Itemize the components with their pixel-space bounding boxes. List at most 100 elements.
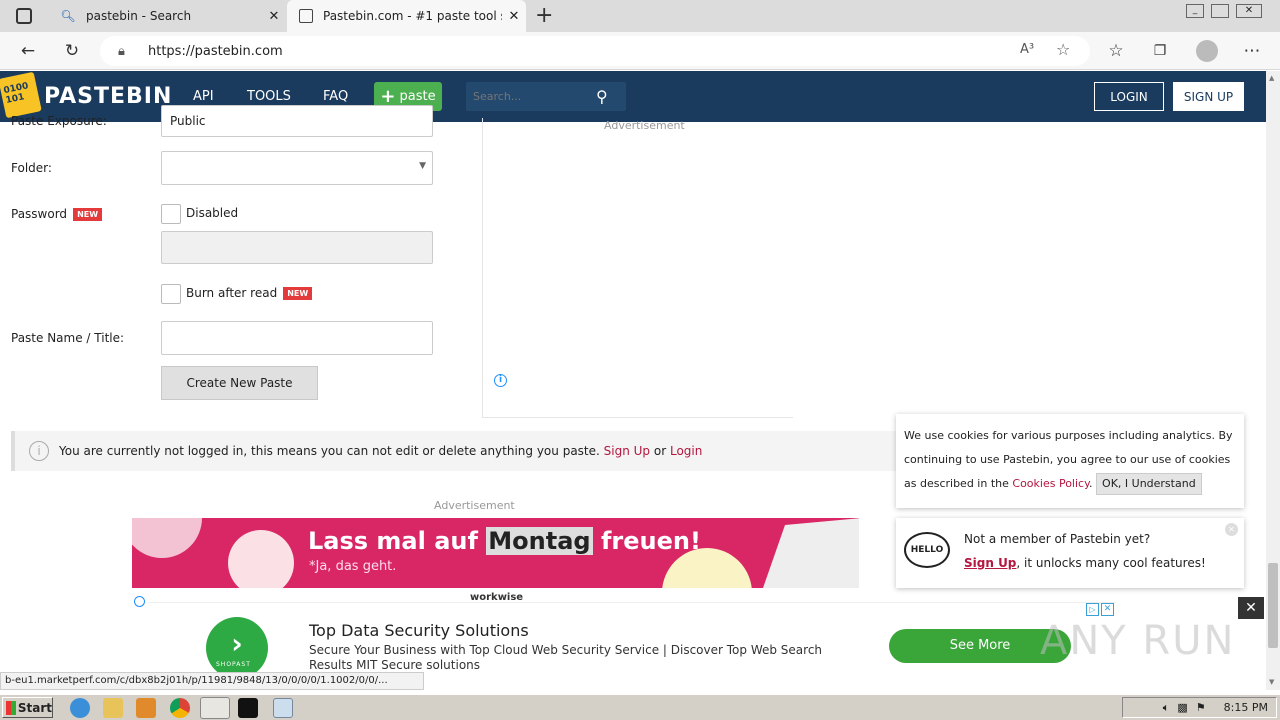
member-signup-link[interactable]: Sign Up	[964, 556, 1016, 570]
volume-icon[interactable]: 🔈︎	[1163, 701, 1170, 715]
scroll-down-arrow-icon[interactable]: ▼	[1269, 678, 1274, 686]
cookie-consent-popup: We use cookies for various purposes incl…	[896, 414, 1244, 508]
clock: 8:15 PM	[1223, 701, 1268, 714]
favorites-icon[interactable]: ☆	[1103, 38, 1129, 64]
member-line2: Sign Up, it unlocks many cool features!	[964, 556, 1206, 570]
tab-title: Pastebin.com - #1 paste tool sinc	[323, 9, 502, 23]
password-label: Password NEW	[11, 207, 103, 221]
banner-highlight: Montag	[486, 527, 593, 555]
search-input[interactable]	[466, 90, 596, 103]
close-popup-icon[interactable]: ✕	[1225, 523, 1238, 536]
profile-avatar[interactable]	[1196, 40, 1218, 62]
lock-icon: 🔒︎	[118, 43, 125, 59]
adchoices-icon[interactable]: ▷	[1086, 603, 1099, 616]
tab-actions-icon[interactable]	[16, 8, 32, 24]
cmd-icon[interactable]	[238, 698, 258, 718]
notice-login-link[interactable]: Login	[670, 444, 702, 458]
create-new-paste-button[interactable]: Create New Paste	[161, 366, 318, 400]
address-toolbar: ← ↻ 🔒︎ https://pastebin.com A³ ☆ ☆ ❐ ⋯	[0, 32, 1280, 70]
pastebin-logo-icon[interactable]: 0100 101	[0, 71, 42, 119]
pastebin-favicon-icon	[299, 9, 313, 23]
hello-text: HELLO	[910, 545, 944, 555]
minimize-window-icon[interactable]: _	[1186, 4, 1204, 18]
ie-icon[interactable]	[70, 698, 90, 718]
cookie-accept-button[interactable]: OK, I Understand	[1096, 473, 1202, 495]
scroll-up-arrow-icon[interactable]: ▲	[1269, 74, 1274, 82]
close-window-icon[interactable]: ✕	[1236, 4, 1262, 18]
start-label: Start	[17, 700, 52, 715]
flag-icon[interactable]: ⚑	[1196, 701, 1206, 714]
site-logo[interactable]: PASTEBIN	[44, 84, 172, 109]
side-ad-area: Advertisement i	[482, 118, 793, 418]
url-text: https://pastebin.com	[148, 43, 283, 59]
banner-brand: workwise	[470, 592, 524, 600]
nav-tools[interactable]: TOOLS	[247, 89, 291, 104]
signup-button[interactable]: SIGN UP	[1173, 82, 1244, 111]
banner-ad[interactable]: Lass mal auf Montag freuen! *Ja, das geh…	[132, 518, 859, 588]
not-logged-in-notice: i You are currently not logged in, this …	[11, 431, 911, 471]
tab-pastebin[interactable]: Pastebin.com - #1 paste tool sinc ✕	[287, 0, 526, 32]
password-checkbox[interactable]	[161, 204, 181, 224]
notice-signup-link[interactable]: Sign Up	[604, 444, 650, 458]
back-icon[interactable]: ←	[15, 38, 41, 64]
address-bar[interactable]: 🔒︎ https://pastebin.com A³ ☆	[100, 36, 1090, 66]
shopast-logo: ›	[206, 617, 268, 679]
close-tab-icon[interactable]: ✕	[262, 9, 286, 24]
windows-taskbar: Start 🔈︎ ▩ ⚑ 8:15 PM	[0, 694, 1280, 720]
member-line2-text: , it unlocks many cool features!	[1016, 556, 1206, 570]
paste-exposure-label: Paste Exposure:	[11, 114, 107, 128]
banner-ad-info-icon[interactable]	[134, 596, 145, 607]
cookie-period: .	[1089, 477, 1093, 490]
info-icon: i	[29, 441, 49, 461]
burn-label-text: Burn after read	[186, 286, 278, 300]
chrome-icon[interactable]	[170, 698, 190, 718]
refresh-icon[interactable]: ↻	[59, 38, 85, 64]
media-player-icon[interactable]	[136, 698, 156, 718]
paste-exposure-select[interactable]: Public	[161, 105, 433, 137]
collections-icon[interactable]: ❐	[1147, 38, 1173, 64]
ad-info-icon[interactable]: i	[494, 374, 507, 387]
banner-headline-2: freuen!	[600, 527, 701, 555]
banner-decor-circle	[228, 530, 294, 588]
chevron-down-icon: ▼	[419, 161, 426, 171]
notepad-icon[interactable]	[273, 698, 293, 718]
notice-message: You are currently not logged in, this me…	[59, 444, 600, 458]
more-menu-icon[interactable]: ⋯	[1239, 38, 1265, 64]
status-bar-url: b-eu1.marketperf.com/c/dbx8b2j01h/p/1198…	[0, 672, 424, 690]
search-icon[interactable]: ⚲	[596, 87, 608, 106]
burn-after-read-label: Burn after read NEW	[186, 286, 313, 300]
notice-or: or	[653, 444, 667, 458]
start-button[interactable]: Start	[2, 697, 53, 718]
nav-faq[interactable]: FAQ	[323, 89, 348, 104]
search-icon: 🔍︎	[60, 9, 76, 23]
close-tab-icon[interactable]: ✕	[502, 9, 526, 24]
password-label-text: Password	[11, 207, 68, 221]
banner-decor-circle	[132, 518, 202, 558]
bottom-ad-description: Secure Your Business with Top Cloud Web …	[309, 643, 823, 672]
burn-after-read-checkbox[interactable]	[161, 284, 181, 304]
nav-api[interactable]: API	[193, 89, 214, 104]
page-scrollbar[interactable]: ▲ ▼	[1266, 71, 1280, 690]
restore-window-icon[interactable]	[1211, 4, 1229, 18]
add-favorite-icon[interactable]: ☆	[1056, 40, 1070, 59]
read-aloud-icon[interactable]: A³	[1020, 42, 1034, 57]
login-button[interactable]: LOGIN	[1094, 82, 1164, 111]
cookies-policy-link[interactable]: Cookies Policy	[1012, 477, 1089, 490]
anyrun-watermark: ANY RUN	[1040, 618, 1236, 664]
new-tab-button[interactable]: +	[535, 3, 553, 28]
member-signup-popup: HELLO Not a member of Pastebin yet? Sign…	[896, 518, 1244, 588]
bottom-ad-title: Top Data Security Solutions	[309, 621, 529, 640]
banner-sub: *Ja, das geht.	[309, 559, 397, 574]
folder-select[interactable]: ▼	[161, 151, 433, 185]
paste-name-input[interactable]	[161, 321, 433, 355]
network-icon[interactable]: ▩	[1177, 701, 1187, 714]
shopast-logo-text: SHOPAST	[216, 661, 251, 668]
explorer-icon[interactable]	[103, 698, 123, 718]
edge-icon[interactable]	[200, 697, 230, 719]
windows-logo-icon	[6, 700, 16, 715]
close-sticky-ad-button[interactable]: ✕	[1238, 597, 1264, 619]
exposure-value: Public	[170, 114, 206, 128]
scrollbar-thumb[interactable]	[1268, 563, 1278, 648]
tab-pastebin-search[interactable]: 🔍︎ pastebin - Search ✕	[48, 0, 286, 32]
ad-close-icon[interactable]: ✕	[1101, 603, 1114, 616]
